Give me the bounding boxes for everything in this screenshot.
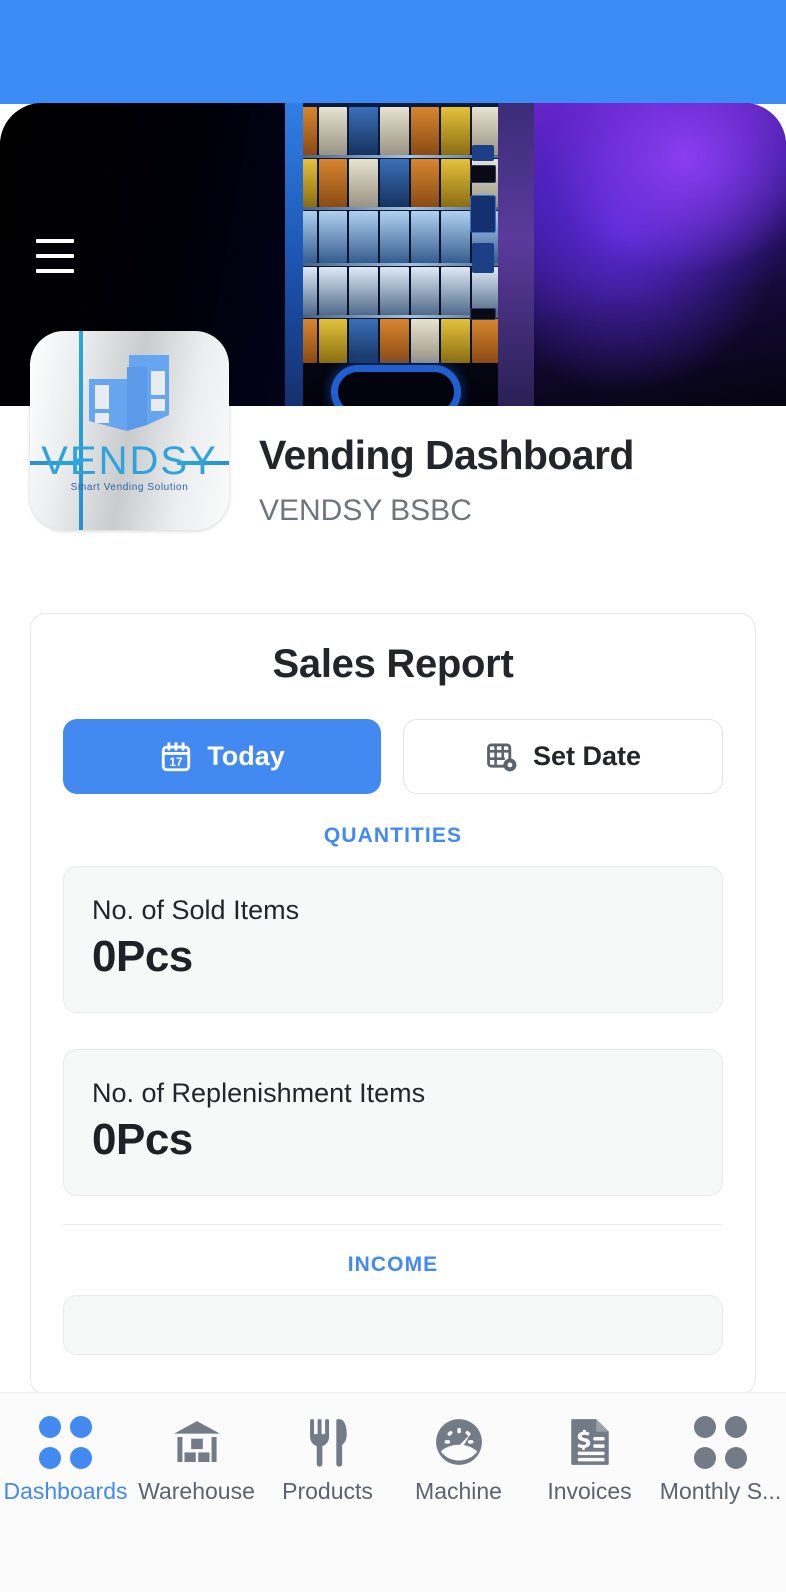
logo-tagline: Smart Vending Solution: [70, 482, 189, 493]
svg-text:17: 17: [170, 755, 184, 769]
status-bar: [0, 0, 786, 104]
section-divider: [63, 1224, 723, 1225]
nav-label: Monthly S...: [659, 1478, 782, 1504]
date-filter-row: 17 Today Set Date: [63, 719, 723, 794]
stat-value: 0Pcs: [92, 932, 193, 981]
stat-value: 0Pcs: [92, 1115, 193, 1164]
gauge-icon: [432, 1415, 486, 1469]
warehouse-icon: [170, 1415, 224, 1469]
nav-item-dashboards[interactable]: Dashboards: [0, 1415, 131, 1505]
nav-item-monthly-summary[interactable]: Monthly S...: [655, 1415, 786, 1505]
set-date-button-label: Set Date: [532, 741, 642, 771]
quantities-section-label: QUANTITIES: [323, 824, 463, 847]
bottom-navigation: Dashboards Warehouse Products Machine In…: [0, 1392, 786, 1592]
sales-report-title: Sales Report: [272, 642, 514, 686]
nav-label: Invoices: [547, 1478, 632, 1504]
nav-item-products[interactable]: Products: [262, 1415, 393, 1505]
nav-item-invoices[interactable]: Invoices: [524, 1415, 655, 1505]
nav-item-machine[interactable]: Machine: [393, 1415, 524, 1505]
calendar-settings-icon: [487, 743, 517, 771]
app-logo: VENDSY Smart Vending Solution: [30, 331, 229, 530]
stat-card-replenishment-items: No. of Replenishment Items 0Pcs: [63, 1049, 723, 1196]
stat-card-sold-items: No. of Sold Items 0Pcs: [63, 866, 723, 1013]
income-section-label: INCOME: [347, 1253, 439, 1276]
app-root: VENDSY Smart Vending Solution Vending Da…: [0, 0, 786, 1592]
dots-grid-icon: [39, 1415, 93, 1469]
sales-report-card: Sales Report 17 Today Set Date QUANTITIE…: [30, 613, 756, 1395]
dots-grid-icon: [694, 1415, 748, 1469]
page-subtitle: VENDSY BSBC: [259, 494, 472, 527]
nav-item-warehouse[interactable]: Warehouse: [131, 1415, 262, 1505]
logo-wordmark: VENDSY: [41, 439, 218, 483]
page-title: Vending Dashboard: [259, 432, 634, 478]
nav-label: Machine: [415, 1478, 502, 1504]
today-button-label: Today: [207, 741, 285, 771]
nav-label: Dashboards: [3, 1478, 128, 1504]
vendsy-machine-logo: [89, 355, 169, 431]
fork-knife-icon: [301, 1415, 355, 1469]
hero-purple-right: [534, 103, 786, 406]
today-button[interactable]: 17 Today: [63, 719, 381, 794]
set-date-button[interactable]: Set Date: [403, 719, 723, 794]
stat-label: No. of Replenishment Items: [92, 1078, 426, 1108]
hamburger-menu-icon[interactable]: [36, 239, 74, 273]
nav-label: Products: [282, 1478, 373, 1504]
stat-card-income: [63, 1295, 723, 1355]
calendar-17-icon: 17: [162, 741, 191, 771]
vending-machine-illustration: [285, 103, 534, 406]
stat-label: No. of Sold Items: [92, 895, 300, 925]
nav-label: Warehouse: [138, 1478, 255, 1504]
invoice-dollar-icon: [563, 1415, 617, 1469]
